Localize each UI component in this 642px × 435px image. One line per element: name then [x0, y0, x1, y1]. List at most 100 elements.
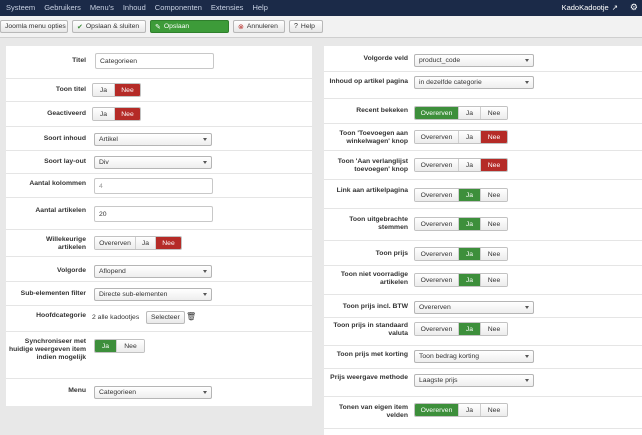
menu-extensies[interactable]: Extensies — [211, 3, 244, 12]
toggle-ja[interactable]: Ja — [95, 340, 117, 352]
prijs-label: Toon prijs — [375, 250, 408, 257]
toggle-ja[interactable]: Ja — [136, 237, 156, 249]
toggle-ja[interactable]: Ja — [93, 84, 115, 96]
soort-layout-select[interactable]: Div — [94, 156, 212, 169]
toggle-nee[interactable]: Nee — [481, 189, 507, 201]
menu-inhoud[interactable]: Inhoud — [123, 3, 146, 12]
subfilter-select[interactable]: Directe sub-elementen — [94, 288, 212, 301]
toggle-overerven[interactable]: Overerven — [95, 237, 136, 249]
form-row: Toon prijs incl. BTW Overerven — [324, 295, 642, 318]
save-button[interactable]: ✎ Opslaan — [150, 20, 229, 33]
menu-componenten[interactable]: Componenten — [155, 3, 202, 12]
toggle-overerven[interactable]: Overerven — [415, 159, 459, 171]
eigen-label: Tonen van eigen item velden — [339, 404, 408, 419]
methode-select[interactable]: Laagste prijs — [414, 374, 534, 387]
toggle-nee[interactable]: Nee — [481, 131, 507, 143]
valuta-label: Toon prijs in standaard valuta — [333, 322, 408, 337]
inhoud-select[interactable]: in dezelfde categorie — [414, 76, 534, 89]
toggle-nee[interactable]: Nee — [115, 108, 140, 120]
select-category-button[interactable]: Selecteer — [146, 311, 185, 324]
toggle-overerven[interactable]: Overerven — [415, 107, 459, 119]
korting-select[interactable]: Toon bedrag korting — [414, 350, 534, 363]
toon-titel-label: Toon titel — [55, 86, 86, 93]
cancel-button[interactable]: ⊗ Annuleren — [233, 20, 285, 33]
select-value: Directe sub-elementen — [99, 291, 168, 298]
joomla-menu-options-button[interactable]: Joomla menu opties — [0, 20, 68, 33]
btw-select[interactable]: Overerven — [414, 301, 534, 314]
toggle-ja[interactable]: Ja — [459, 218, 481, 230]
toggle-overerven[interactable]: Overerven — [415, 218, 459, 230]
button-label: Opslaan — [163, 23, 190, 30]
toggle-nee[interactable]: Nee — [156, 237, 181, 249]
menu-systeem[interactable]: Systeem — [6, 3, 35, 12]
btw-label: Toon prijs incl. BTW — [342, 303, 408, 310]
gear-icon[interactable]: ⚙ — [630, 2, 638, 13]
form-row: Toon prijs met korting Toon bedrag korti… — [324, 346, 642, 369]
toggle-nee[interactable]: Nee — [481, 107, 507, 119]
toggle-ja[interactable]: Ja — [459, 189, 481, 201]
toggle-nee[interactable]: Nee — [481, 159, 507, 171]
volgorde-select[interactable]: Aflopend — [94, 265, 212, 278]
toggle-nee[interactable]: Nee — [481, 274, 507, 286]
save-close-button[interactable]: ✔ Opslaan & sluiten — [72, 20, 146, 33]
form-row: Aantal kolommen 4 — [6, 174, 312, 198]
toggle-nee[interactable]: Nee — [481, 218, 507, 230]
form-row: Toon prijs Overerven Ja Nee — [324, 241, 642, 266]
select-value: product_code — [419, 57, 461, 64]
toggle-ja[interactable]: Ja — [93, 108, 115, 120]
form-row: Titel Categorieen — [6, 46, 312, 79]
toggle-nee[interactable]: Nee — [481, 404, 507, 416]
chevron-down-icon — [525, 59, 529, 62]
toevoegen-label: Toon 'Toevoegen aan winkelwagen' knop — [339, 130, 408, 145]
stemmen-label: Toon uitgebrachte stemmen — [349, 216, 408, 231]
toggle-overerven[interactable]: Overerven — [415, 131, 459, 143]
menu-menus[interactable]: Menu's — [90, 3, 114, 12]
kolommen-label: Aantal kolommen — [29, 180, 86, 187]
toggle-ja[interactable]: Ja — [459, 248, 481, 260]
site-link[interactable]: KadoKadootje ↗ — [562, 3, 618, 12]
toggle-nee[interactable]: Nee — [115, 84, 140, 96]
artikelen-input[interactable]: 20 — [94, 206, 213, 222]
toggle-nee[interactable]: Nee — [481, 323, 507, 335]
chevron-down-icon — [203, 138, 207, 141]
toggle-ja[interactable]: Ja — [459, 274, 481, 286]
toggle-overerven[interactable]: Overerven — [415, 274, 459, 286]
toggle-ja[interactable]: Ja — [459, 323, 481, 335]
form-row: Recent bekeken Overerven Ja Nee — [324, 99, 642, 124]
select-value: Div — [99, 159, 109, 166]
menu-gebruikers[interactable]: Gebruikers — [44, 3, 81, 12]
toggle-nee[interactable]: Nee — [117, 340, 144, 352]
toggle-overerven[interactable]: Overerven — [415, 189, 459, 201]
form-row: Soort inhoud Artikel — [6, 127, 312, 151]
menu-help[interactable]: Help — [252, 3, 267, 12]
toggle-nee[interactable]: Nee — [481, 248, 507, 260]
menu-select[interactable]: Categorieen — [94, 386, 212, 399]
select-value: Categorieen — [99, 389, 137, 396]
right-form-panel: Volgorde veld product_code Inhoud op art… — [324, 46, 642, 435]
toggle-ja[interactable]: Ja — [459, 107, 481, 119]
soort-inhoud-select[interactable]: Artikel — [94, 133, 212, 146]
toggle-ja[interactable]: Ja — [459, 131, 481, 143]
toggle-ja[interactable]: Ja — [459, 404, 481, 416]
toggle-overerven[interactable]: Overerven — [415, 248, 459, 260]
volgorde-veld-select[interactable]: product_code — [414, 54, 534, 67]
button-label: Opslaan & sluiten — [85, 23, 140, 30]
toggle-overerven[interactable]: Overerven — [415, 323, 459, 335]
form-row: Toon niet voorradige artikelen Overerven… — [324, 266, 642, 295]
chevron-down-icon — [525, 306, 529, 309]
recent-toggle: Overerven Ja Nee — [414, 106, 508, 120]
trash-icon[interactable]: 🗑 — [186, 312, 196, 321]
chevron-down-icon — [203, 293, 207, 296]
toggle-overerven[interactable]: Overerven — [415, 404, 459, 416]
top-navbar: Systeem Gebruikers Menu's Inhoud Compone… — [0, 0, 642, 16]
button-label: Annuleren — [246, 23, 278, 30]
form-row: Tonen van eigen item velden Overerven Ja… — [324, 397, 642, 429]
help-button[interactable]: ? Help — [289, 20, 323, 33]
voorradig-toggle: Overerven Ja Nee — [414, 273, 508, 287]
external-link-icon: ↗ — [611, 3, 618, 12]
toon-titel-toggle: Ja Nee — [92, 83, 141, 97]
toggle-ja[interactable]: Ja — [459, 159, 481, 171]
form-row: Willekeurige artikelen Overerven Ja Nee — [6, 230, 312, 257]
kolommen-input[interactable]: 4 — [94, 178, 213, 194]
titel-input[interactable]: Categorieen — [95, 53, 214, 69]
